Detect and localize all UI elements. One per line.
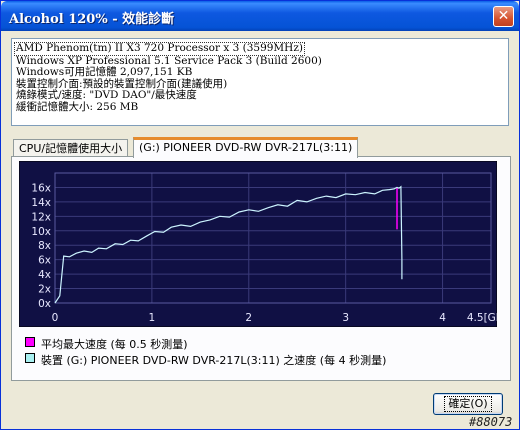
y-tick-label: 16x — [31, 182, 51, 194]
legend-label-average-max: 平均最大速度 (每 0.5 秒測量) — [41, 338, 188, 351]
close-icon: ✕ — [497, 8, 510, 24]
chart-background — [18, 160, 498, 328]
x-tick-label: 4.5[GB] — [467, 312, 497, 324]
tab-drive-speed[interactable]: (G:) PIONEER DVD-RW DVR-217L(3:11) — [133, 137, 359, 158]
info-line-cpu: AMD Phenom(tm) II X3 720 Processor x 3 (… — [14, 42, 305, 56]
legend-swatch-cyan — [25, 353, 35, 363]
window-title: Alcohol 120% - 效能診斷 — [9, 12, 175, 27]
y-tick-label: 2x — [38, 284, 51, 296]
y-tick-label: 6x — [38, 255, 51, 267]
system-info-box[interactable]: AMD Phenom(tm) II X3 720 Processor x 3 (… — [11, 38, 509, 126]
dialog-window: Alcohol 120% - 效能診斷 ✕ AMD Phenom(tm) II … — [0, 0, 520, 430]
info-line-burn-mode: 燒錄模式/速度: "DVD DAO"/最快速度 — [16, 89, 197, 101]
x-tick-label: 0 — [52, 312, 59, 324]
y-tick-label: 10x — [31, 226, 51, 238]
x-tick-label: 2 — [245, 312, 252, 324]
watermark-text: #88073 — [469, 415, 513, 429]
y-tick-label: 14x — [31, 197, 51, 209]
tab-cpu-memory[interactable]: CPU/記憶體使用大小 — [13, 139, 129, 157]
x-tick-label: 4 — [439, 312, 446, 324]
speed-chart-svg: 0x 2x 4x 6x 8x 10x 12x 14x 16x 0 1 2 3 4 4.5[GB] — [18, 160, 507, 328]
y-tick-label: 12x — [31, 211, 51, 223]
legend-label-device-speed: 裝置 (G:) PIONEER DVD-RW DVR-217L(3:11) 之速… — [41, 354, 387, 367]
info-line-buffer: 緩衝記憶體大小: 256 MB — [16, 100, 139, 113]
speed-chart: 0x 2x 4x 6x 8x 10x 12x 14x 16x 0 1 2 3 4 4.5[GB] — [18, 160, 507, 328]
y-tick-label: 0x — [38, 298, 51, 310]
close-button[interactable]: ✕ — [493, 6, 514, 27]
y-tick-label: 8x — [38, 240, 51, 252]
title-bar[interactable]: Alcohol 120% - 效能診斷 ✕ — [1, 1, 519, 31]
x-tick-label: 3 — [342, 312, 349, 324]
y-tick-label: 4x — [38, 269, 51, 281]
info-line-memory: Windows可用記憶體 2,097,151 KB — [16, 66, 193, 78]
x-tick-label: 1 — [149, 312, 156, 324]
ok-button[interactable]: 確定(O) — [433, 393, 503, 415]
legend-swatch-magenta — [25, 337, 35, 347]
ok-button-label: 確定(O) — [444, 396, 492, 412]
